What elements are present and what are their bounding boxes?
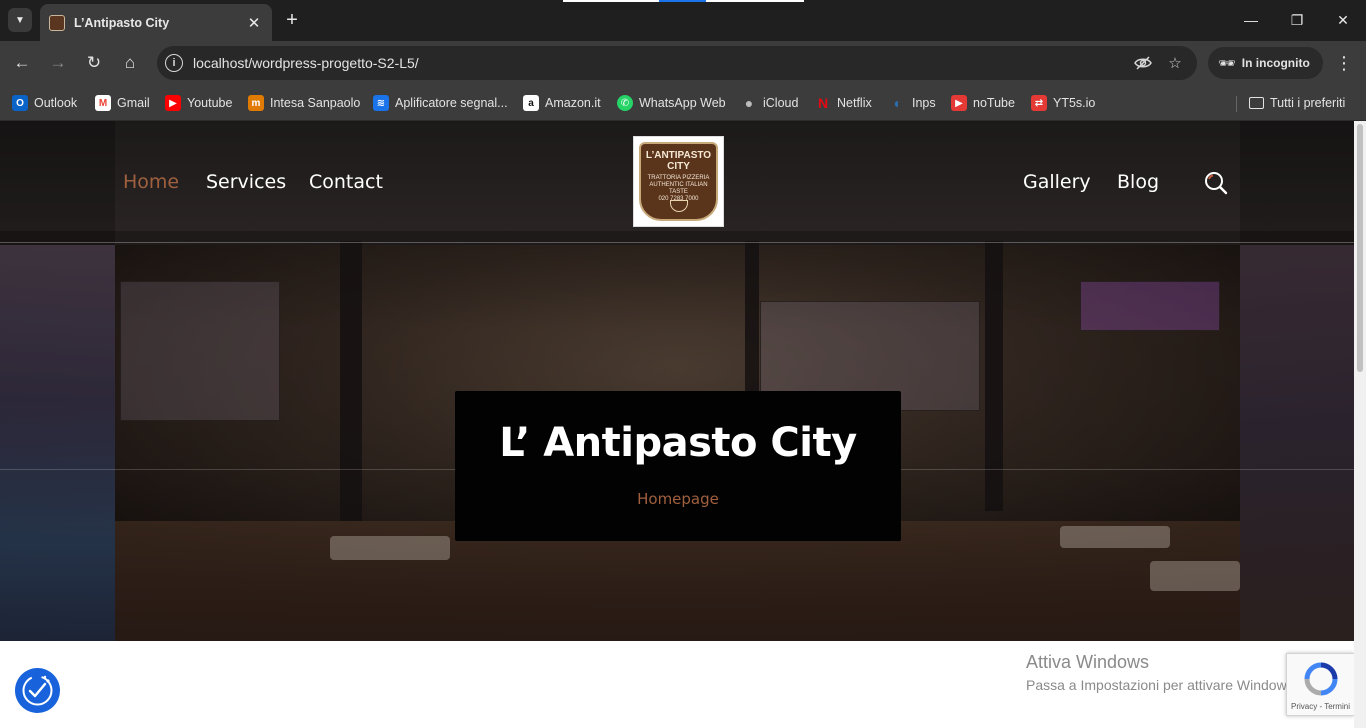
- hero-section: Home Services Contact Gallery Blog L’ANT…: [0, 121, 1354, 641]
- bookmark-yt5s[interactable]: ⇄ YT5s.io: [1031, 92, 1095, 114]
- bookmarks-separator: [1236, 96, 1237, 112]
- tab-favicon-icon: [49, 14, 65, 31]
- incognito-icon: 🕶: [1218, 54, 1236, 71]
- back-icon[interactable]: ←: [8, 49, 36, 77]
- logo-badge: L’ANTIPASTO CITY TRATTORIA PIZZERIA AUTH…: [639, 142, 718, 221]
- cookie-consent-button[interactable]: [15, 668, 60, 713]
- logo-emblem-icon: [670, 200, 688, 212]
- window-edge-strip: [659, 0, 706, 2]
- hero-table: [330, 536, 450, 560]
- page-title-box: L’ Antipasto City Homepage: [455, 391, 901, 541]
- nav-blog[interactable]: Blog: [1117, 171, 1159, 193]
- tab-search-button[interactable]: ▼: [8, 8, 32, 32]
- tab-active[interactable]: L’Antipasto City ✕: [40, 4, 272, 41]
- bookmark-whatsapp[interactable]: ✆ WhatsApp Web: [617, 92, 726, 114]
- hero-screen: [1080, 281, 1220, 331]
- recaptcha-icon: [1304, 662, 1338, 696]
- hero-column: [340, 241, 362, 521]
- wifi-icon: ≋: [373, 95, 389, 111]
- notube-icon: ▶: [951, 95, 967, 111]
- bookmark-youtube[interactable]: ▶ Youtube: [165, 92, 232, 114]
- page-scrollbar[interactable]: [1354, 121, 1366, 728]
- hero-side-dim: [1240, 121, 1354, 641]
- reload-icon[interactable]: ↻: [80, 49, 108, 77]
- logo-line2: AUTHENTIC ITALIAN TASTE: [649, 182, 708, 195]
- hero-column: [985, 241, 1003, 511]
- browser-toolbar: ← → ↻ ⌂ i localhost/wordpress-progetto-S…: [0, 41, 1366, 85]
- nav-contact[interactable]: Contact: [309, 171, 383, 193]
- yt5s-icon: ⇄: [1031, 95, 1047, 111]
- bookmark-gmail[interactable]: M Gmail: [95, 92, 150, 114]
- hero-side-dim: [0, 121, 115, 641]
- site-info-icon[interactable]: i: [165, 54, 183, 72]
- tab-strip: ▼ L’Antipasto City ✕ + — ❐ ✕: [0, 0, 1366, 41]
- window-edge-strip: [706, 0, 804, 2]
- intesa-icon: m: [248, 95, 264, 111]
- outlook-icon: O: [12, 95, 28, 111]
- restore-icon[interactable]: ❐: [1274, 7, 1320, 33]
- logo-name: L’ANTIPASTO CITY: [645, 150, 712, 172]
- forward-icon[interactable]: →: [44, 49, 72, 77]
- logo-tagline: TRATTORIA PIZZERIA AUTHENTIC ITALIAN TAS…: [641, 175, 716, 203]
- nav-services[interactable]: Services: [206, 171, 286, 193]
- eye-off-icon[interactable]: [1133, 53, 1153, 73]
- gmail-icon: M: [95, 95, 111, 111]
- windows-activation-watermark: Attiva Windows Passa a Impostazioni per …: [1026, 652, 1298, 693]
- web-page: Home Services Contact Gallery Blog L’ANT…: [0, 121, 1354, 728]
- home-icon[interactable]: ⌂: [116, 49, 144, 77]
- hero-table: [1060, 526, 1170, 548]
- tab-close-icon[interactable]: ✕: [244, 13, 264, 33]
- inps-icon: ◐: [893, 95, 903, 111]
- header-divider: [0, 242, 1354, 243]
- amazon-icon: a: [523, 95, 539, 111]
- bookmarks-bar: O Outlook M Gmail ▶ Youtube m Intesa Sanpaol…: [0, 85, 1366, 121]
- hero-window: [120, 281, 280, 421]
- new-tab-icon[interactable]: +: [281, 9, 303, 31]
- close-window-icon[interactable]: ✕: [1320, 7, 1366, 33]
- address-bar[interactable]: i localhost/wordpress-progetto-S2-L5/ ☆: [157, 46, 1197, 80]
- netflix-icon: N: [817, 95, 829, 111]
- nav-home[interactable]: Home: [123, 171, 179, 193]
- window-edge-strip: [563, 0, 659, 2]
- bookmark-netflix[interactable]: N Netflix: [815, 92, 872, 114]
- incognito-label: In incognito: [1241, 56, 1310, 70]
- browser-menu-icon[interactable]: ⋮: [1333, 49, 1355, 77]
- page-title: L’ Antipasto City: [499, 420, 857, 466]
- recaptcha-links[interactable]: Privacy - Termini: [1291, 702, 1350, 711]
- activation-title: Attiva Windows: [1026, 652, 1150, 672]
- scrollbar-thumb[interactable]: [1357, 124, 1363, 372]
- folder-icon: [1249, 97, 1264, 109]
- bookmark-outlook[interactable]: O Outlook: [12, 92, 77, 114]
- bookmark-amplifier[interactable]: ≋ Aplificatore segnal...: [373, 92, 508, 114]
- site-logo[interactable]: L’ANTIPASTO CITY TRATTORIA PIZZERIA AUTH…: [633, 136, 724, 227]
- bookmark-intesa[interactable]: m Intesa Sanpaolo: [248, 92, 360, 114]
- minimize-icon[interactable]: —: [1228, 7, 1274, 33]
- bookmark-star-icon[interactable]: ☆: [1165, 53, 1185, 73]
- tab-title: L’Antipasto City: [74, 15, 170, 30]
- whatsapp-icon: ✆: [617, 95, 633, 111]
- bookmark-inps[interactable]: ◐ Inps: [890, 92, 936, 114]
- bookmark-icloud[interactable]: ● iCloud: [741, 92, 799, 114]
- recaptcha-badge[interactable]: Privacy - Termini: [1286, 653, 1354, 716]
- bookmark-amazon[interactable]: a Amazon.it: [523, 92, 601, 114]
- bookmark-notube[interactable]: ▶ noTube: [951, 92, 1015, 114]
- activation-subtitle: Passa a Impostazioni per attivare Window…: [1026, 677, 1298, 693]
- hero-table: [1150, 561, 1240, 591]
- breadcrumb[interactable]: Homepage: [455, 490, 901, 508]
- incognito-indicator[interactable]: 🕶 In incognito: [1208, 47, 1323, 79]
- search-icon[interactable]: [1204, 171, 1228, 195]
- youtube-icon: ▶: [165, 95, 181, 111]
- apple-icon: ●: [744, 95, 754, 111]
- all-bookmarks-folder[interactable]: Tutti i preferiti: [1249, 92, 1345, 114]
- nav-gallery[interactable]: Gallery: [1023, 171, 1091, 193]
- logo-line1: TRATTORIA PIZZERIA: [647, 175, 710, 181]
- address-url[interactable]: localhost/wordpress-progetto-S2-L5/: [193, 55, 419, 71]
